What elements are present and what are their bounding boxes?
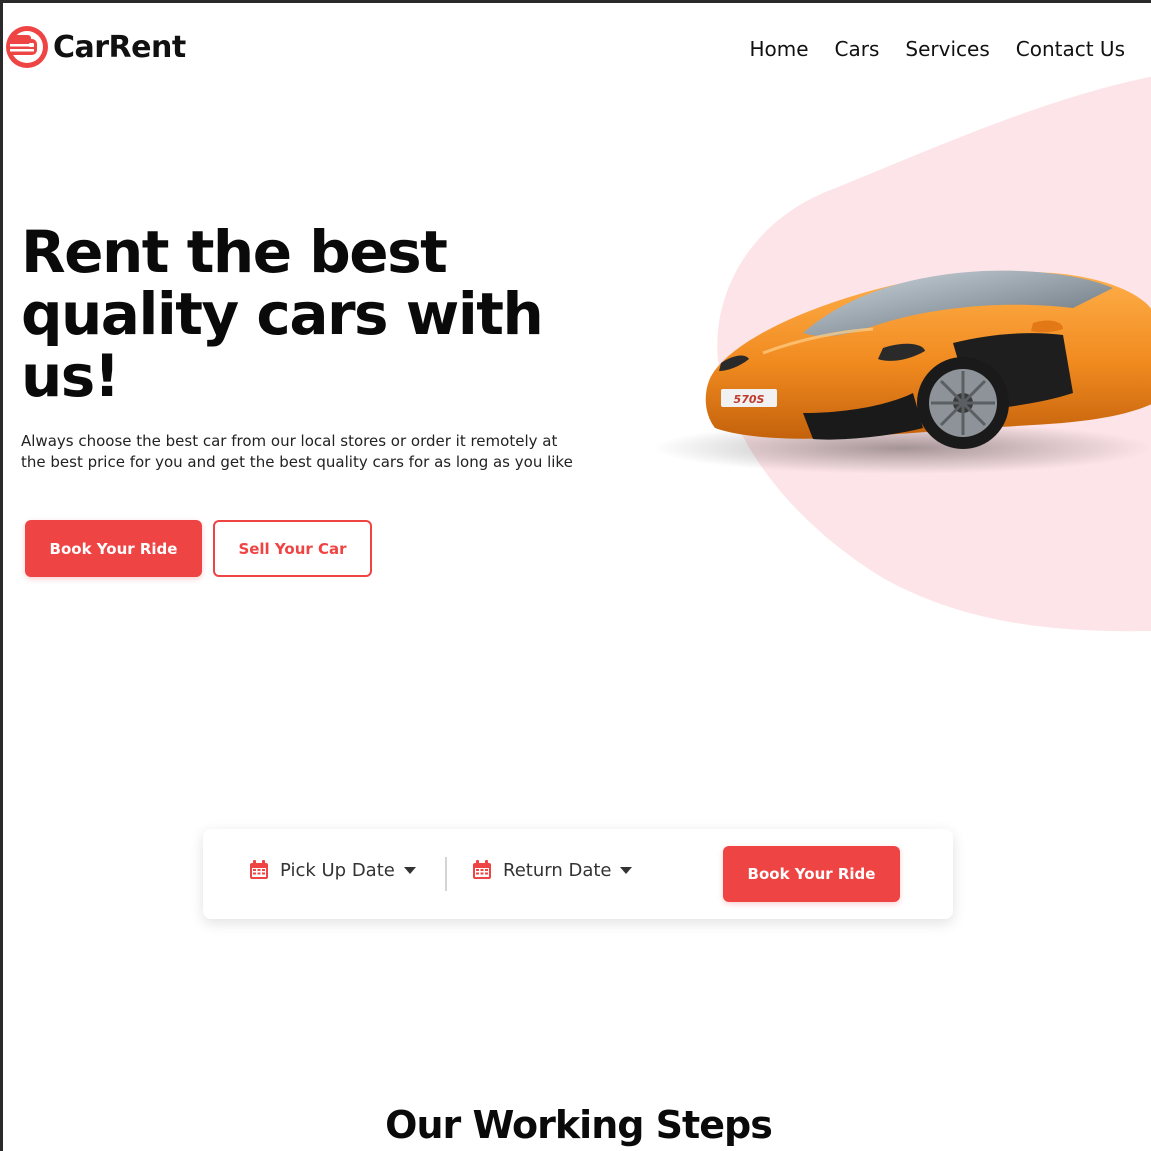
nav-item-home[interactable]: Home — [749, 37, 808, 61]
field-divider — [445, 857, 447, 891]
section-title: Our Working Steps — [385, 1103, 773, 1147]
pickup-date-label: Pick Up Date — [280, 859, 395, 881]
booking-submit-button[interactable]: Book Your Ride — [723, 846, 900, 902]
main-nav: Home Cars Services Contact Us — [749, 37, 1125, 61]
pickup-date-select[interactable]: Pick Up Date — [248, 859, 417, 881]
return-date-label: Return Date — [503, 859, 612, 881]
page: CarRent Home Cars Services Contact Us Re… — [0, 0, 1151, 1151]
nav-item-services[interactable]: Services — [905, 37, 989, 61]
nav-item-cars[interactable]: Cars — [835, 37, 880, 61]
svg-text:570S: 570S — [734, 393, 765, 406]
caret-down-icon — [403, 867, 416, 874]
sell-your-car-button[interactable]: Sell Your Car — [213, 520, 372, 577]
hero-title: Rent the best quality cars with us! — [21, 218, 544, 410]
book-your-ride-button[interactable]: Book Your Ride — [25, 520, 202, 577]
hero-car-image: 570S — [653, 270, 1151, 474]
hero-subtitle: Always choose the best car from our loca… — [21, 432, 573, 471]
caret-down-icon — [620, 867, 633, 874]
brand-name: CarRent — [53, 29, 186, 65]
return-date-select[interactable]: Return Date — [471, 859, 633, 881]
calendar-icon — [250, 860, 268, 879]
car-front-icon — [6, 26, 48, 68]
brand-logo[interactable]: CarRent — [5, 25, 186, 69]
nav-item-contact-us[interactable]: Contact Us — [1016, 37, 1125, 61]
booking-bar: Pick Up Date Return Date Book Your Ride — [203, 829, 953, 919]
calendar-icon — [473, 860, 491, 879]
